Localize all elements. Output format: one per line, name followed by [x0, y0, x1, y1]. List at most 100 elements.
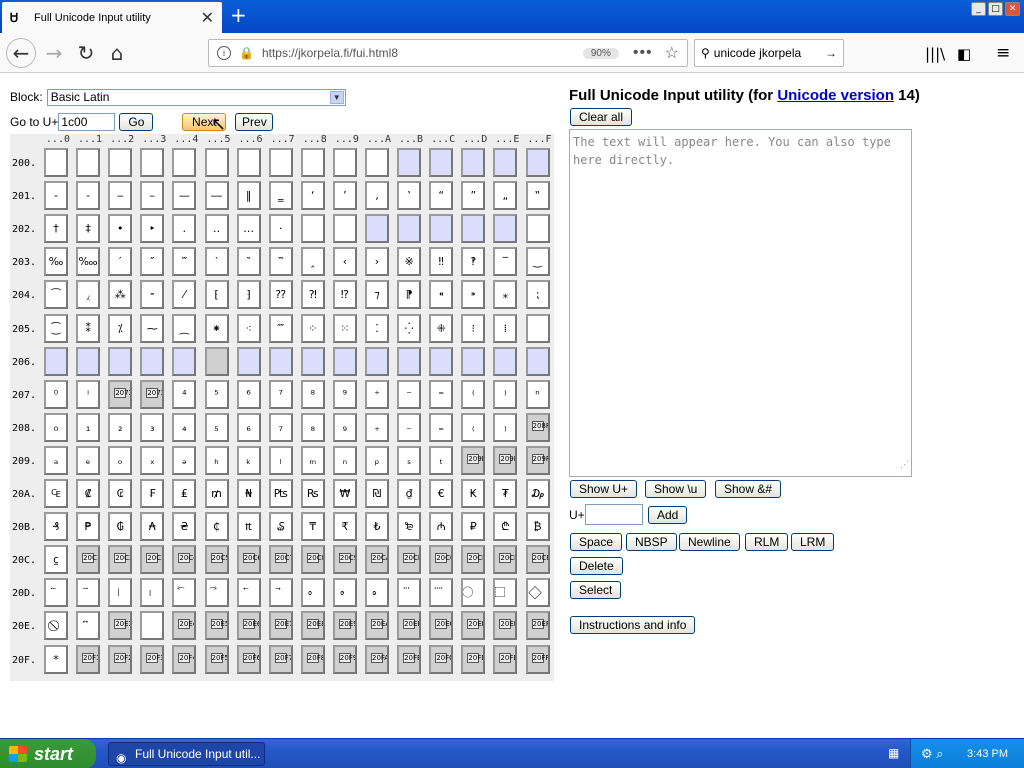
char-cell[interactable]: ₑ	[76, 445, 101, 475]
char-cell[interactable]	[108, 346, 133, 376]
char-cell[interactable]: ′	[108, 247, 133, 277]
char-cell[interactable]: ⁒	[108, 313, 133, 343]
char-cell[interactable]: 20CB	[397, 545, 422, 575]
taskbar-item-firefox[interactable]: ◉ Full Unicode Input util...	[108, 742, 265, 766]
char-cell[interactable]: ⃀	[44, 545, 68, 575]
char-cell[interactable]: ‥	[204, 214, 229, 244]
char-cell[interactable]: ‾	[493, 247, 518, 277]
char-cell[interactable]	[397, 148, 422, 177]
char-cell[interactable]: 20F5	[204, 644, 229, 674]
char-cell[interactable]: ₨	[300, 479, 325, 508]
char-cell[interactable]	[236, 148, 261, 177]
keyboard-icon[interactable]: ▦	[888, 746, 899, 760]
char-cell[interactable]	[140, 611, 165, 641]
char-cell[interactable]	[397, 214, 422, 244]
char-cell[interactable]: ⃛	[397, 578, 422, 608]
char-cell[interactable]: ⁔	[172, 313, 197, 343]
char-cell[interactable]: €	[429, 479, 454, 508]
char-cell[interactable]: ⃚	[365, 578, 389, 608]
char-cell[interactable]: ₲	[108, 512, 133, 542]
char-cell[interactable]: ⁹	[332, 379, 357, 409]
char-cell[interactable]	[268, 148, 293, 177]
char-cell[interactable]: ₺	[365, 512, 389, 542]
char-cell[interactable]: 20F2	[108, 644, 133, 674]
char-cell[interactable]: 20F1	[76, 644, 101, 674]
char-cell[interactable]: 208F	[525, 412, 550, 442]
char-cell[interactable]: ₪	[365, 479, 389, 508]
char-cell[interactable]: ₾	[493, 512, 518, 542]
char-cell[interactable]: ”	[461, 181, 486, 211]
char-cell[interactable]: 20FC	[429, 644, 454, 674]
char-cell[interactable]: ₍	[461, 412, 486, 442]
char-cell[interactable]: ⃠	[44, 611, 68, 641]
char-cell[interactable]: 209D	[461, 445, 486, 475]
char-cell[interactable]	[365, 214, 389, 244]
char-cell[interactable]: ‱	[76, 247, 101, 277]
char-cell[interactable]: ₖ	[236, 445, 261, 475]
chevron-down-icon[interactable]: ▼	[329, 90, 344, 104]
char-cell[interactable]: ₛ	[397, 445, 422, 475]
char-cell[interactable]: ⁐	[44, 313, 68, 343]
char-cell[interactable]: ₌	[429, 412, 454, 442]
char-cell[interactable]	[525, 346, 550, 376]
char-cell[interactable]	[268, 346, 293, 376]
char-cell[interactable]: ‘	[300, 181, 325, 211]
char-cell[interactable]: ₙ	[332, 445, 357, 475]
resize-grip-icon[interactable]: ⋰	[900, 456, 909, 474]
char-cell[interactable]	[44, 346, 68, 376]
char-cell[interactable]: 20C1	[76, 545, 101, 575]
char-cell[interactable]: ₊	[365, 412, 389, 442]
char-cell[interactable]: ⃡	[76, 611, 101, 641]
char-cell[interactable]: ₁	[76, 412, 101, 442]
char-cell[interactable]: ‶	[236, 247, 261, 277]
select-button[interactable]: Select	[570, 581, 622, 599]
char-cell[interactable]: ⁗	[268, 313, 293, 343]
show-backslash-u-button[interactable]: Show \u	[645, 480, 707, 498]
char-cell[interactable]	[429, 346, 454, 376]
char-cell[interactable]: ⁚	[365, 313, 389, 343]
char-cell[interactable]	[76, 346, 101, 376]
char-cell[interactable]: ‖	[236, 181, 261, 211]
char-cell[interactable]: ₀	[44, 412, 68, 442]
char-cell[interactable]	[140, 148, 165, 177]
library-icon[interactable]: |||\	[925, 45, 945, 63]
char-cell[interactable]: ⃗	[268, 578, 293, 608]
char-cell[interactable]: ₆	[236, 412, 261, 442]
char-cell[interactable]: …	[236, 214, 261, 244]
char-cell[interactable]: 2072	[108, 379, 133, 409]
char-cell[interactable]: ⁞	[493, 313, 518, 343]
char-cell[interactable]: 20F8	[300, 644, 325, 674]
new-tab-icon[interactable]: +	[230, 5, 247, 25]
char-cell[interactable]: —	[172, 181, 197, 211]
char-cell[interactable]: 20E2	[108, 611, 133, 641]
char-cell[interactable]: ⃘	[300, 578, 325, 608]
reload-icon[interactable]: ↻	[72, 39, 100, 67]
more-actions-icon[interactable]: •••	[633, 44, 653, 62]
show-amp-button[interactable]: Show &#	[715, 480, 782, 498]
char-cell[interactable]: 20C4	[172, 545, 197, 575]
char-cell[interactable]: 20CF	[525, 545, 550, 575]
char-cell[interactable]: ‹	[332, 247, 357, 277]
char-cell[interactable]: –	[140, 181, 165, 211]
info-icon[interactable]: i	[217, 46, 231, 60]
char-cell[interactable]	[461, 214, 486, 244]
search-box[interactable]: ⚲ unicode jkorpela →	[694, 39, 844, 67]
char-cell[interactable]: ₡	[76, 479, 101, 508]
char-cell[interactable]: ⁸	[300, 379, 325, 409]
char-cell[interactable]: ⁷	[268, 379, 293, 409]
char-cell[interactable]: ‿	[525, 247, 550, 277]
char-cell[interactable]	[397, 346, 422, 376]
char-cell[interactable]: 20CC	[429, 545, 454, 575]
char-cell[interactable]: 20EB	[397, 611, 422, 641]
char-cell[interactable]: ⃑	[76, 578, 101, 608]
newline-button[interactable]: Newline	[679, 533, 740, 551]
char-cell[interactable]: ‚	[365, 181, 389, 211]
char-cell[interactable]: ‣	[140, 214, 165, 244]
char-cell[interactable]: ₴	[172, 512, 197, 542]
char-cell[interactable]: ⁏	[525, 280, 550, 310]
char-cell[interactable]: 20F9	[332, 644, 357, 674]
char-cell[interactable]: 20C6	[236, 545, 261, 575]
instructions-button[interactable]: Instructions and info	[570, 616, 696, 634]
char-cell[interactable]: “	[429, 181, 454, 211]
char-cell[interactable]: 20C9	[332, 545, 357, 575]
